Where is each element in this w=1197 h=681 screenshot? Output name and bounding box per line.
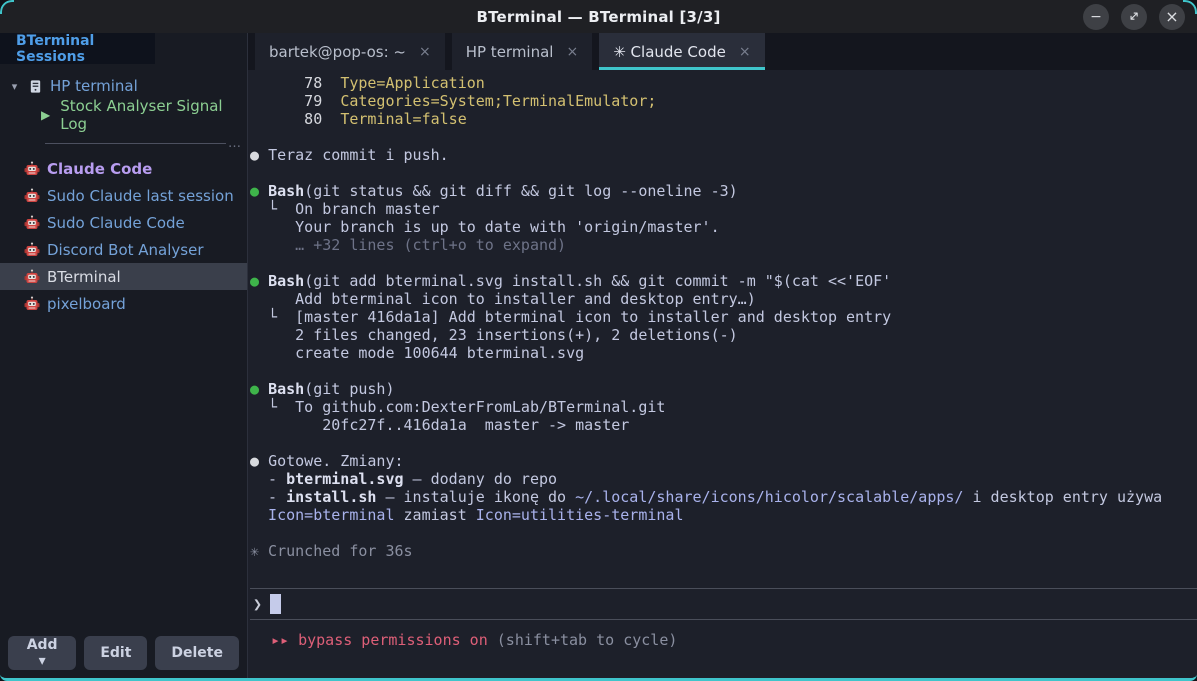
terminal-input[interactable]: ❯ bbox=[250, 588, 1197, 620]
sidebar-item-label: Stock Analyser Signal Log bbox=[60, 97, 247, 133]
minimize-button[interactable]: − bbox=[1083, 4, 1109, 30]
sidebar-item-label: Sudo Claude Code bbox=[47, 214, 185, 232]
maximize-icon: ↔ bbox=[1126, 8, 1143, 25]
prompt-chevron-icon: ❯ bbox=[253, 595, 262, 613]
sidebar-item-label: pixelboard bbox=[47, 295, 126, 313]
window-controls: − ↔ × bbox=[1083, 4, 1197, 30]
sidebar-item-bterminal[interactable]: BTerminal bbox=[0, 263, 247, 290]
session-list: Claude Code Sudo Claude last session Sud… bbox=[0, 155, 247, 317]
minimize-icon: − bbox=[1090, 10, 1102, 24]
sidebar-item-label: Sudo Claude last session bbox=[47, 187, 234, 205]
sidebar-item-label: Discord Bot Analyser bbox=[47, 241, 203, 259]
terminal-line: 2 files changed, 23 insertions(+), 2 del… bbox=[250, 326, 1197, 344]
terminal-line: ● Teraz commit i push. bbox=[250, 146, 1197, 164]
terminal-line: ● Bash(git status && git diff && git log… bbox=[250, 182, 1197, 200]
terminal-line bbox=[250, 362, 1197, 380]
session-divider: … bbox=[45, 143, 241, 144]
tab-hp-terminal[interactable]: HP terminal × bbox=[452, 33, 593, 70]
divider-line bbox=[45, 143, 226, 144]
chevron-down-icon[interactable]: ▾ bbox=[8, 80, 21, 93]
terminal-line: create mode 100644 bterminal.svg bbox=[250, 344, 1197, 362]
edit-button[interactable]: Edit bbox=[84, 636, 147, 670]
tab-bartek-pop-os[interactable]: bartek@pop-os: ~ × bbox=[255, 33, 445, 70]
terminal-line: ✳ Crunched for 36s bbox=[250, 542, 1197, 560]
close-button[interactable]: × bbox=[1159, 4, 1185, 30]
sidebar-item-claude-code[interactable]: Claude Code bbox=[0, 155, 247, 182]
sidebar-item-sudo-claude-last-session[interactable]: Sudo Claude last session bbox=[0, 182, 247, 209]
terminal-line bbox=[250, 128, 1197, 146]
terminal-line: ● Gotowe. Zmiany: bbox=[250, 452, 1197, 470]
tab-bar: bartek@pop-os: ~×HP terminal×✳ Claude Co… bbox=[248, 33, 1197, 70]
delete-button[interactable]: Delete bbox=[155, 636, 239, 670]
maximize-button[interactable]: ↔ bbox=[1121, 4, 1147, 30]
sidebar-item-label: Claude Code bbox=[47, 160, 152, 178]
terminal-line: 79 Categories=System;TerminalEmulator; bbox=[250, 92, 1197, 110]
close-icon: × bbox=[1165, 9, 1178, 25]
terminal-line: Add bterminal icon to installer and desk… bbox=[250, 290, 1197, 308]
session-tree: ▾ HP terminal ▶ Stock Analyser Signal Lo… bbox=[0, 72, 247, 317]
permissions-status-line: ▸▸ bypass permissions on (shift+tab to c… bbox=[250, 620, 1197, 649]
tab-claude-code[interactable]: ✳ Claude Code × bbox=[599, 33, 764, 70]
window-title: BTerminal — BTerminal [3/3] bbox=[0, 8, 1197, 26]
sidebar-buttons: Add ▾EditDelete bbox=[0, 628, 247, 678]
robot-icon bbox=[24, 161, 40, 177]
close-icon[interactable]: × bbox=[419, 44, 431, 60]
terminal-line: Icon=bterminal zamiast Icon=utilities-te… bbox=[250, 506, 1197, 524]
terminal-line: Your branch is up to date with 'origin/m… bbox=[250, 218, 1197, 236]
terminal-line: - bterminal.svg — dodany do repo bbox=[250, 470, 1197, 488]
terminal-line: 80 Terminal=false bbox=[250, 110, 1197, 128]
sidebar-item-label: BTerminal bbox=[47, 268, 121, 286]
terminal-line bbox=[250, 254, 1197, 272]
terminal-line bbox=[250, 164, 1197, 182]
terminal-line: 20fc27f..416da1a master -> master bbox=[250, 416, 1197, 434]
robot-icon bbox=[24, 296, 40, 312]
sidebar-item-label: HP terminal bbox=[50, 77, 138, 95]
terminal-line: ● Bash(git add bterminal.svg install.sh … bbox=[250, 272, 1197, 290]
sessions-sidebar: BTerminal Sessions ▾ HP terminal bbox=[0, 33, 248, 678]
sidebar-item-hp-terminal[interactable]: ▾ HP terminal bbox=[0, 72, 247, 100]
play-icon: ▶ bbox=[41, 108, 50, 122]
terminal-line: └ On branch master bbox=[250, 200, 1197, 218]
text-cursor bbox=[270, 594, 281, 614]
terminal-line: └ To github.com:DexterFromLab/BTerminal.… bbox=[250, 398, 1197, 416]
tab-label: HP terminal bbox=[466, 43, 554, 61]
sidebar-item-discord-bot-analyser[interactable]: Discord Bot Analyser bbox=[0, 236, 247, 263]
app-window: BTerminal — BTerminal [3/3] − ↔ × BTermi… bbox=[0, 0, 1197, 681]
robot-icon bbox=[24, 188, 40, 204]
titlebar[interactable]: BTerminal — BTerminal [3/3] − ↔ × bbox=[0, 0, 1197, 33]
robot-icon bbox=[24, 269, 40, 285]
terminal: 78 Type=Application 79 Categories=System… bbox=[248, 70, 1197, 678]
terminal-line: └ [master 416da1a] Add bterminal icon to… bbox=[250, 308, 1197, 326]
terminal-line: … +32 lines (ctrl+o to expand) bbox=[250, 236, 1197, 254]
terminal-output: 78 Type=Application 79 Categories=System… bbox=[250, 74, 1197, 560]
tab-label: ✳ Claude Code bbox=[613, 43, 726, 61]
add-button[interactable]: Add ▾ bbox=[8, 636, 76, 670]
close-icon[interactable]: × bbox=[739, 44, 751, 60]
terminal-line: 78 Type=Application bbox=[250, 74, 1197, 92]
terminal-line bbox=[250, 434, 1197, 452]
terminal-line: - install.sh — instaluje ikonę do ~/.loc… bbox=[250, 488, 1197, 506]
sidebar-item-pixelboard[interactable]: pixelboard bbox=[0, 290, 247, 317]
computer-icon bbox=[28, 79, 43, 94]
terminal-line bbox=[250, 524, 1197, 542]
sidebar-item-stock-analyser-signal-log[interactable]: ▶ Stock Analyser Signal Log bbox=[0, 100, 247, 130]
close-icon[interactable]: × bbox=[566, 44, 578, 60]
terminal-panel: bartek@pop-os: ~×HP terminal×✳ Claude Co… bbox=[248, 33, 1197, 678]
sidebar-item-sudo-claude-code[interactable]: Sudo Claude Code bbox=[0, 209, 247, 236]
robot-icon bbox=[24, 215, 40, 231]
terminal-line: ● Bash(git push) bbox=[250, 380, 1197, 398]
tab-label: bartek@pop-os: ~ bbox=[269, 43, 406, 61]
sidebar-header: BTerminal Sessions bbox=[0, 33, 155, 64]
main-area: BTerminal Sessions ▾ HP terminal bbox=[0, 33, 1197, 678]
robot-icon bbox=[24, 242, 40, 258]
